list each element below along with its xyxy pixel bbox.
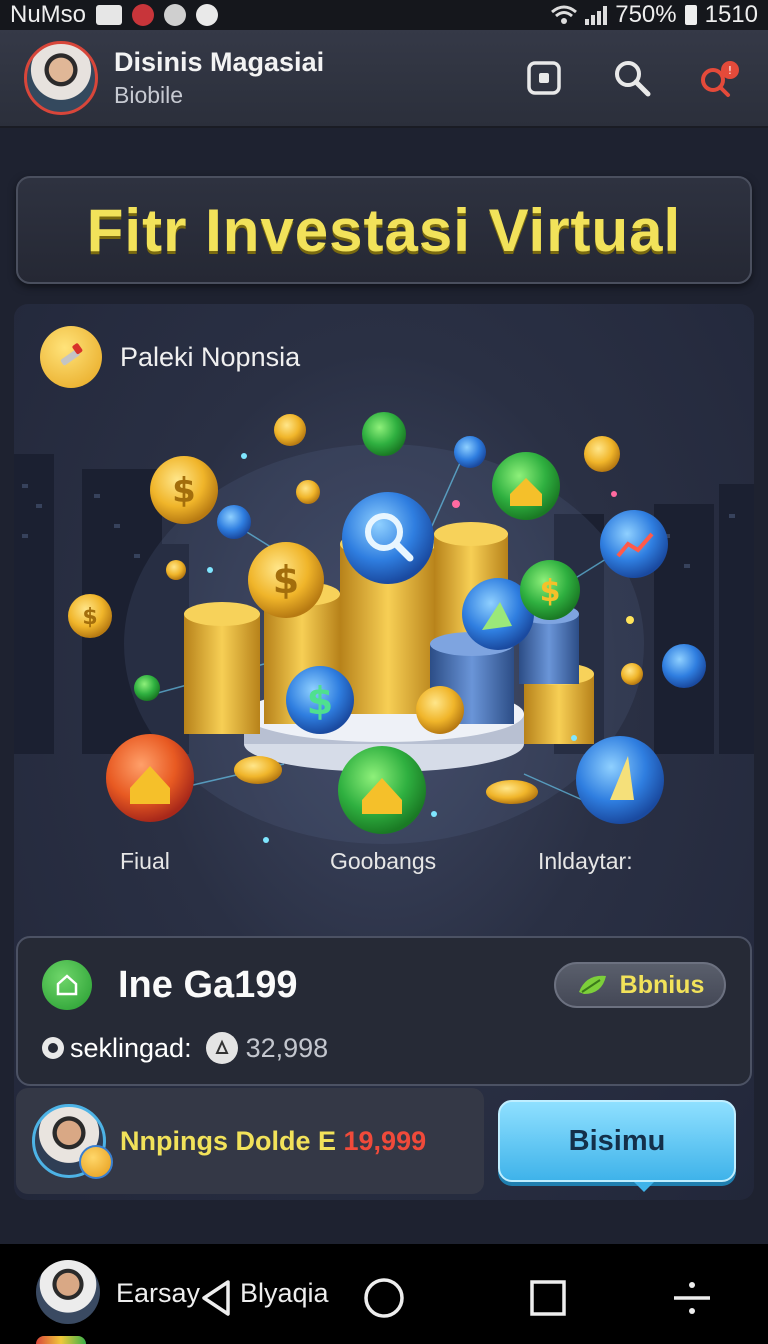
navigation-bar: Earsay Blyaqia bbox=[0, 1244, 768, 1344]
back-button[interactable] bbox=[196, 1276, 240, 1320]
svg-text:!: ! bbox=[728, 64, 732, 77]
carrier-label: NuMso bbox=[10, 1, 87, 28]
svg-text:$: $ bbox=[273, 558, 299, 602]
bonus-label: Bbnius bbox=[619, 970, 705, 999]
time-text: 1510 bbox=[704, 1, 758, 28]
status-left: NuMso bbox=[10, 1, 219, 29]
flag-icon bbox=[132, 4, 155, 26]
profile-avatar[interactable] bbox=[24, 41, 98, 115]
home-circle-icon bbox=[364, 1278, 404, 1318]
category-label-2[interactable]: Goobangs bbox=[330, 848, 436, 875]
leaf-icon bbox=[578, 975, 606, 994]
header-text: Disinis Magasiai Biobile bbox=[114, 47, 324, 109]
home-button[interactable] bbox=[362, 1276, 406, 1320]
card-heading: Paleki Nopnsia bbox=[40, 326, 300, 388]
balance-panel: Ine Ga199 Bbnius seklingad: 32,998 bbox=[16, 936, 752, 1086]
badge-icon bbox=[79, 1145, 113, 1179]
investment-illustration: $ $ $ $ $ bbox=[14, 412, 754, 844]
alert-button[interactable]: ! bbox=[696, 54, 744, 102]
earnings-box: Nnpings Dolde E 19,999 bbox=[16, 1088, 484, 1194]
radio-dot-icon bbox=[42, 1037, 64, 1059]
status-right: 750% 1510 bbox=[551, 1, 758, 29]
alert-icon: ! bbox=[701, 61, 739, 97]
svg-text:$: $ bbox=[540, 574, 561, 609]
nav-avatar[interactable] bbox=[36, 1260, 100, 1324]
nav-right-label[interactable]: Blyaqia bbox=[240, 1278, 329, 1309]
status-bar: NuMso 750% 1510 bbox=[0, 0, 768, 30]
coin-icon bbox=[205, 1032, 238, 1064]
earnings-avatar bbox=[32, 1104, 113, 1179]
search-button[interactable] bbox=[608, 54, 656, 102]
cta-button[interactable]: Bisimu bbox=[498, 1100, 736, 1182]
menu-button[interactable] bbox=[670, 1276, 714, 1320]
header-title: Disinis Magasiai bbox=[114, 47, 325, 77]
earnings-amount: 19,999 bbox=[343, 1125, 427, 1156]
divide-icon bbox=[674, 1282, 710, 1314]
card-heading-title: Paleki Nopnsia bbox=[120, 341, 301, 372]
square-button[interactable] bbox=[520, 54, 568, 102]
wifi-icon bbox=[551, 5, 578, 24]
category-label-3[interactable]: Inldaytar: bbox=[538, 848, 633, 875]
balance-row: seklingad: 32,998 bbox=[42, 1032, 328, 1064]
signal-icon bbox=[585, 5, 608, 25]
title-banner: Fitr Investasi Virtual bbox=[16, 176, 752, 284]
recents-icon bbox=[530, 1280, 566, 1316]
page-title: Fitr Investasi Virtual bbox=[86, 196, 682, 264]
balance-row-label: seklingad: bbox=[70, 1032, 192, 1063]
hammer-icon bbox=[40, 326, 102, 388]
battery-icon bbox=[684, 5, 697, 25]
recents-button[interactable] bbox=[526, 1276, 570, 1320]
search-icon bbox=[615, 61, 651, 97]
app-icon-peek bbox=[36, 1336, 86, 1344]
bonus-button[interactable]: Bbnius bbox=[554, 962, 726, 1008]
mail-icon bbox=[96, 5, 123, 25]
square-icon bbox=[527, 61, 561, 95]
balance-title: Ine Ga199 bbox=[118, 964, 298, 1006]
app-icon bbox=[196, 4, 219, 26]
header-actions: ! bbox=[520, 54, 744, 102]
balance-row-value: 32,998 bbox=[245, 1032, 329, 1063]
earnings-label: Nnpings Dolde E bbox=[120, 1125, 336, 1156]
category-label-1[interactable]: Fiual bbox=[120, 848, 170, 875]
app-header: Disinis Magasiai Biobile ! bbox=[0, 30, 768, 128]
cta-tail bbox=[634, 1182, 654, 1192]
home-icon bbox=[42, 960, 92, 1010]
sync-icon bbox=[164, 4, 187, 26]
svg-text:$: $ bbox=[307, 679, 333, 723]
nav-left-label[interactable]: Earsay bbox=[116, 1278, 200, 1309]
main-card: Paleki Nopnsia $ $ $ $ $ Fiual Goobangs … bbox=[14, 304, 754, 1200]
svg-text:$: $ bbox=[172, 471, 196, 511]
header-subtitle: Biobile bbox=[114, 82, 184, 108]
svg-text:$: $ bbox=[82, 605, 97, 630]
earnings-text: Nnpings Dolde E 19,999 bbox=[120, 1126, 426, 1157]
battery-text: 750% bbox=[615, 1, 677, 28]
back-icon bbox=[202, 1280, 230, 1316]
